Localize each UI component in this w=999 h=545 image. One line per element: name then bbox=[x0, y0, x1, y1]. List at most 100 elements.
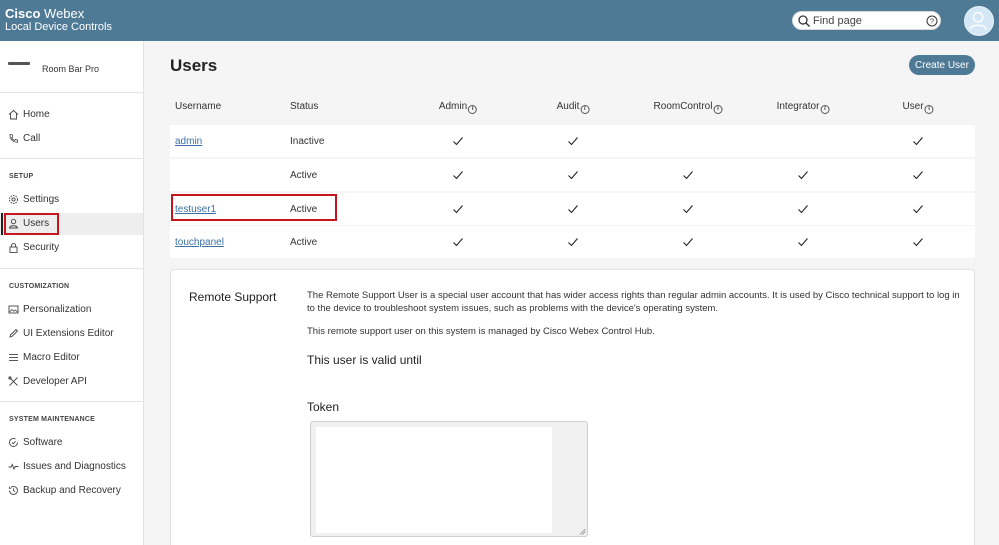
checkmark-icon bbox=[453, 205, 463, 214]
phone-icon bbox=[9, 134, 18, 143]
checkmark-icon bbox=[913, 137, 923, 146]
sidebar-item-issues-and-diagnostics[interactable]: Issues and Diagnostics bbox=[0, 456, 143, 478]
sidebar: Room Bar Pro Home Call SETUP Settings Us… bbox=[0, 41, 144, 545]
column-header-roomcontrol: RoomControl i bbox=[654, 101, 723, 114]
lock-icon bbox=[9, 243, 18, 253]
sidebar-item-macro-editor[interactable]: Macro Editor bbox=[0, 347, 143, 369]
checkmark-icon bbox=[913, 171, 923, 180]
column-header-username: Username bbox=[175, 101, 222, 112]
remote-support-title: Remote Support bbox=[189, 290, 277, 304]
status-text: Active bbox=[290, 237, 318, 248]
pulse-icon bbox=[8, 463, 19, 471]
image-icon bbox=[8, 305, 19, 314]
sidebar-item-call[interactable]: Call bbox=[0, 128, 143, 150]
sidebar-item-label: Security bbox=[23, 242, 60, 253]
column-header-status: Status bbox=[290, 101, 319, 112]
search-input[interactable] bbox=[813, 13, 925, 28]
username-link[interactable]: admin bbox=[175, 136, 202, 147]
checkmark-icon bbox=[798, 238, 808, 247]
sidebar-item-label: Developer API bbox=[23, 376, 87, 387]
remote-support-card: Remote Support The Remote Support User i… bbox=[170, 269, 975, 545]
column-header-audit: Audit i bbox=[557, 101, 590, 114]
checkmark-icon bbox=[568, 205, 578, 214]
sidebar-divider bbox=[0, 268, 143, 269]
checkmark-icon bbox=[913, 205, 923, 214]
info-icon[interactable]: i bbox=[580, 105, 590, 114]
info-icon[interactable]: i bbox=[924, 105, 934, 114]
remote-support-managed-text: This remote support user on this system … bbox=[307, 326, 655, 337]
info-icon[interactable]: i bbox=[820, 105, 830, 114]
token-label: Token bbox=[307, 400, 340, 414]
column-header-label: User bbox=[902, 101, 924, 112]
search-icon bbox=[798, 15, 810, 27]
top-header: Cisco Webex Local Device Controls ? bbox=[0, 0, 999, 41]
sidebar-item-home[interactable]: Home bbox=[0, 104, 143, 126]
sidebar-item-label: Backup and Recovery bbox=[23, 485, 121, 496]
column-header-integrator: Integrator i bbox=[777, 101, 830, 114]
sidebar-item-backup-and-recovery[interactable]: Backup and Recovery bbox=[0, 480, 143, 502]
refresh-check-icon bbox=[9, 438, 18, 447]
sidebar-item-label: Call bbox=[23, 133, 41, 144]
device-name: Room Bar Pro bbox=[42, 64, 100, 74]
section-title-customization: CUSTOMIZATION bbox=[9, 283, 70, 290]
avatar[interactable] bbox=[964, 6, 994, 36]
active-indicator bbox=[1, 213, 3, 235]
sidebar-item-security[interactable]: Security bbox=[0, 237, 143, 259]
column-header-user: User i bbox=[902, 101, 934, 114]
column-header-admin: Admin i bbox=[438, 101, 478, 114]
brand-subtitle: Local Device Controls bbox=[5, 21, 112, 33]
sidebar-item-ui-extensions-editor[interactable]: UI Extensions Editor bbox=[0, 323, 143, 345]
sidebar-divider bbox=[0, 401, 143, 402]
sidebar-item-developer-api[interactable]: Developer API bbox=[0, 371, 143, 393]
info-icon[interactable]: i bbox=[713, 105, 723, 114]
brand-webex: Webex bbox=[44, 6, 85, 21]
find-page-search[interactable]: ? bbox=[792, 11, 941, 30]
sidebar-item-settings[interactable]: Settings bbox=[0, 189, 143, 211]
device-info: Room Bar Pro bbox=[0, 41, 143, 93]
status-text: Inactive bbox=[290, 136, 325, 147]
info-icon[interactable]: i bbox=[468, 105, 478, 114]
checkmark-icon bbox=[683, 205, 693, 214]
checkmark-icon bbox=[453, 238, 463, 247]
column-header-label: Integrator bbox=[776, 101, 820, 112]
sidebar-divider bbox=[0, 158, 143, 159]
section-title-system-maintenance: SYSTEM MAINTENANCE bbox=[9, 416, 96, 423]
column-header-label: Audit bbox=[556, 101, 580, 112]
valid-until-label: This user is valid until bbox=[307, 353, 422, 367]
sidebar-item-software[interactable]: Software bbox=[0, 432, 143, 454]
brand-cisco: Cisco bbox=[5, 6, 41, 21]
sidebar-item-label: Software bbox=[23, 437, 63, 448]
checkmark-icon bbox=[798, 171, 808, 180]
brand: Cisco Webex Local Device Controls bbox=[5, 7, 112, 34]
status-text: Active bbox=[290, 170, 318, 181]
lines-icon bbox=[9, 354, 18, 361]
gear-icon bbox=[9, 195, 18, 204]
help-icon[interactable]: ? bbox=[926, 15, 938, 27]
sidebar-item-label: UI Extensions Editor bbox=[23, 328, 114, 339]
home-icon bbox=[8, 109, 19, 120]
create-user-button[interactable]: Create User bbox=[909, 55, 975, 75]
sidebar-item-label: Personalization bbox=[23, 304, 92, 315]
token-field bbox=[310, 421, 588, 537]
sidebar-item-personalization[interactable]: Personalization bbox=[0, 299, 143, 321]
checkmark-icon bbox=[683, 171, 693, 180]
history-icon bbox=[8, 486, 18, 495]
table-row: touchpanel Active bbox=[170, 226, 975, 258]
table-row: admin Inactive bbox=[170, 125, 975, 157]
checkmark-icon bbox=[568, 137, 578, 146]
main-content: Users Create User Username Status Admin i… bbox=[145, 41, 999, 545]
checkmark-icon bbox=[453, 137, 463, 146]
checkmark-icon bbox=[453, 171, 463, 180]
column-header-label: RoomControl bbox=[653, 101, 713, 112]
tools-icon bbox=[8, 376, 18, 386]
column-header-label: Admin bbox=[438, 101, 468, 112]
resize-grip-icon[interactable] bbox=[579, 528, 586, 535]
username-link[interactable]: touchpanel bbox=[175, 237, 224, 248]
table-row: Active bbox=[170, 159, 975, 191]
token-textarea[interactable] bbox=[316, 427, 552, 533]
testuser1-highlight-box bbox=[171, 194, 337, 221]
user-avatar-icon bbox=[969, 11, 988, 30]
sidebar-item-label: Settings bbox=[23, 194, 60, 205]
users-highlight-box bbox=[4, 213, 59, 235]
checkmark-icon bbox=[568, 238, 578, 247]
